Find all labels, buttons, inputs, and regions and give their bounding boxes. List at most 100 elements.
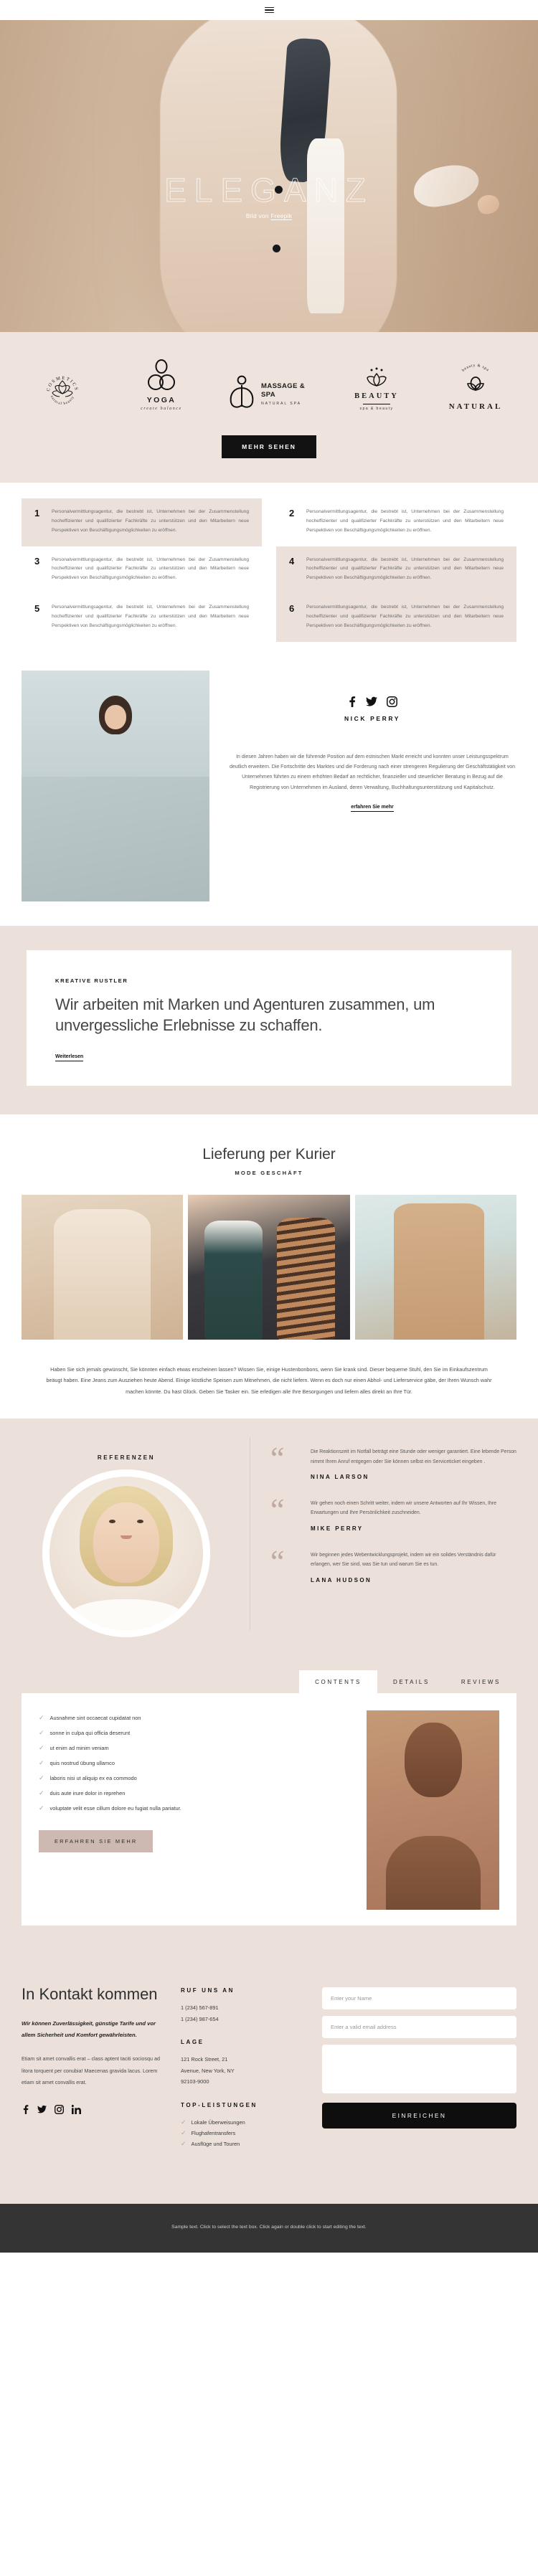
brand-logo-beauty[interactable]: BEAUTY spa & beauty [344, 367, 410, 411]
service-item: ✓ Lokale Überweisungen [181, 2117, 306, 2128]
checklist-label: duis aute irure dolor in reprehen [49, 1790, 126, 1797]
delivery-gallery [22, 1194, 516, 1340]
checklist-label: quis nostrud übung ullamco [49, 1760, 115, 1767]
contact-address-block: LAGE 121 Rock Street, 21 Avenue, New Yor… [181, 2039, 306, 2088]
checklist-label: ut enim ad minim veniam [49, 1745, 109, 1752]
feature-text: Personalvermittlungsagentur, die bestreb… [52, 509, 249, 533]
references-avatar [49, 1477, 203, 1631]
references-section: REFERENZEN “ Die Reaktionszeit im Notfal… [0, 1419, 538, 1652]
creative-kicker: KREATIVE RUSTLER [55, 977, 128, 984]
tab-details[interactable]: DETAILS [377, 1670, 445, 1693]
footer-text: Sample text. Click to select the text bo… [171, 2224, 367, 2230]
gallery-image-3 [354, 1194, 516, 1340]
service-label: Ausflüge und Touren [191, 2140, 240, 2147]
service-label: Flughafentransfers [191, 2129, 236, 2136]
tabs-row: CONTENTS DETAILS REVIEWS [22, 1670, 516, 1694]
check-icon: ✓ [39, 1804, 44, 1812]
facebook-icon[interactable] [347, 696, 357, 707]
testimonial-text: Wir beginnen jedes Webentwicklungsprojek… [311, 1552, 496, 1568]
brand-logo-massage-spa[interactable]: MASSAGE & SPA NATURAL SPA [227, 374, 311, 411]
address-line-2: Avenue, New York, NY [181, 2067, 235, 2074]
brand-logo-yoga[interactable]: YOGA create balance [128, 359, 194, 411]
checklist-label: laboris nisi ut aliquip ex ea commodo [49, 1775, 137, 1782]
twitter-icon[interactable] [37, 2105, 47, 2114]
hamburger-line [264, 6, 274, 9]
mehr-sehen-button[interactable]: MEHR SEHEN [222, 435, 316, 458]
delivery-subtitle: MODE GESCHÄFT [235, 1169, 303, 1176]
brand-tagline: create balance [141, 407, 182, 411]
hero-title: ELEGANZ [164, 171, 374, 209]
feature-number: 6 [289, 603, 295, 615]
submit-button[interactable]: EINREICHEN [322, 2103, 516, 2129]
check-icon: ✓ [39, 1744, 44, 1752]
check-icon: ✓ [181, 2128, 187, 2136]
location-title: LAGE [181, 2039, 204, 2046]
quote-mark-icon: “ [270, 1492, 285, 1528]
feature-text: Personalvermittlungsagentur, die bestreb… [306, 509, 504, 533]
delivery-section: Lieferung per Kurier MODE GESCHÄFT Haben… [0, 1114, 538, 1419]
tab-checklist: ✓ Ausnahme sint occaecat cupidatat non ✓ s… [39, 1710, 354, 1910]
brand-name: YOGA [146, 396, 176, 404]
references-layout: REFERENZEN “ Die Reaktionszeit im Notfal… [22, 1437, 516, 1631]
phone-number-2[interactable]: 1 (234) 987-654 [181, 2014, 306, 2025]
instagram-icon[interactable] [55, 2105, 64, 2115]
brand-tagline: NATURAL SPA [261, 402, 301, 407]
tab-panel-contents: ✓ Ausnahme sint occaecat cupidatat non ✓ s… [22, 1693, 516, 1926]
feature-text: Personalvermittlungsagentur, die bestreb… [52, 557, 249, 581]
portrait-coat [62, 721, 169, 901]
tab-reviews[interactable]: REVIEWS [445, 1670, 516, 1693]
name-input[interactable] [322, 1987, 516, 2010]
portrait-face [105, 704, 126, 729]
top-bar [0, 0, 538, 20]
avatar-mouth [121, 1535, 132, 1540]
checklist-label: sonne in culpa qui officia deserunt [49, 1730, 131, 1737]
checklist-item: ✓ quis nostrud übung ullamco [39, 1756, 354, 1771]
checklist-label: Ausnahme sint occaecat cupidatat non [49, 1715, 141, 1722]
testimonial-text: Die Reaktionszeit im Notfall beträgt ein… [311, 1449, 516, 1464]
bio-section: NICK PERRY In diesen Jahren haben wir di… [0, 648, 538, 926]
instagram-icon[interactable] [387, 696, 397, 707]
message-textarea[interactable] [322, 2045, 516, 2094]
feature-cell: 4 Personalvermittlungsagentur, die bestr… [276, 546, 516, 595]
svg-text:COSMETICS: COSMETICS [46, 376, 79, 392]
contact-intro-column: In Kontakt kommen Wir können Zuverlässig… [22, 1984, 165, 2164]
testimonial-author: NINA LARSON [311, 1474, 369, 1481]
quote-mark-icon: “ [270, 1441, 285, 1477]
bio-paragraph: In diesen Jahren haben wir die führende … [229, 754, 516, 790]
feature-cell: 1 Personalvermittlungsagentur, die bestr… [22, 498, 262, 546]
linkedin-icon[interactable] [71, 2105, 81, 2115]
brand-logo-natural[interactable]: beauty & spa NATURAL [443, 363, 509, 411]
address-line-3: 92103-9000 [181, 2078, 209, 2085]
twitter-icon[interactable] [366, 696, 377, 707]
check-icon: ✓ [181, 2139, 187, 2147]
creative-read-more-link[interactable]: Weiterlesen [55, 1054, 84, 1061]
brand-logo-cosmetics[interactable]: COSMETICS natural beauty [29, 371, 95, 411]
check-icon: ✓ [39, 1714, 44, 1722]
check-icon: ✓ [39, 1729, 44, 1737]
delivery-paragraph: Haben Sie sich jemals gewünscht, Sie kön… [46, 1365, 492, 1395]
avatar-body [69, 1599, 184, 1631]
tab-panel-image [367, 1710, 499, 1910]
features-grid: 1 Personalvermittlungsagentur, die bestr… [22, 498, 516, 642]
testimonial-author: MIKE PERRY [311, 1525, 364, 1532]
phone-number-1[interactable]: 1 (234) 567-891 [181, 2002, 306, 2014]
checklist-label: voluptate velit esse cillum dolore eu fu… [49, 1805, 181, 1812]
email-input[interactable] [322, 2016, 516, 2039]
checklist-item: ✓ Ausnahme sint occaecat cupidatat non [39, 1710, 354, 1725]
bio-learn-more-link[interactable]: erfahren Sie mehr [351, 805, 394, 812]
testimonial-author: LANA HUDSON [311, 1576, 372, 1583]
feature-cell: 2 Personalvermittlungsagentur, die bestr… [276, 498, 516, 546]
tabs-section: CONTENTS DETAILS REVIEWS ✓ Ausnahme sint … [0, 1652, 538, 1951]
erfahren-sie-mehr-button[interactable]: ERFAHREN SIE MEHR [39, 1830, 154, 1853]
tab-contents[interactable]: CONTENTS [299, 1670, 377, 1694]
feature-text: Personalvermittlungsagentur, die bestreb… [52, 605, 249, 628]
avatar-face [93, 1502, 159, 1583]
testimonial-text: Wir gehen noch einen Schritt weiter, ind… [311, 1501, 496, 1516]
hamburger-menu-icon[interactable] [264, 6, 274, 14]
brand-name: MASSAGE & SPA [261, 382, 306, 399]
feature-cell: 3 Personalvermittlungsagentur, die bestr… [22, 546, 262, 595]
tab-image-face [404, 1722, 462, 1797]
testimonial-item: “ Wir gehen noch einen Schritt weiter, i… [270, 1492, 516, 1532]
facebook-icon[interactable] [22, 2105, 29, 2115]
hero-credit-link[interactable]: Freepik [270, 212, 292, 219]
